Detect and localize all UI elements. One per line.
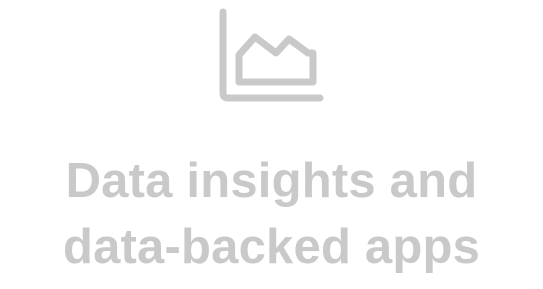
feature-card: Data insights and data-backed apps [0, 0, 543, 289]
area-chart-icon [214, 8, 326, 104]
feature-title-line-1: Data insights and [65, 154, 478, 208]
feature-title: Data insights and data-backed apps [0, 148, 543, 280]
feature-title-line-2: data-backed apps [62, 220, 481, 274]
